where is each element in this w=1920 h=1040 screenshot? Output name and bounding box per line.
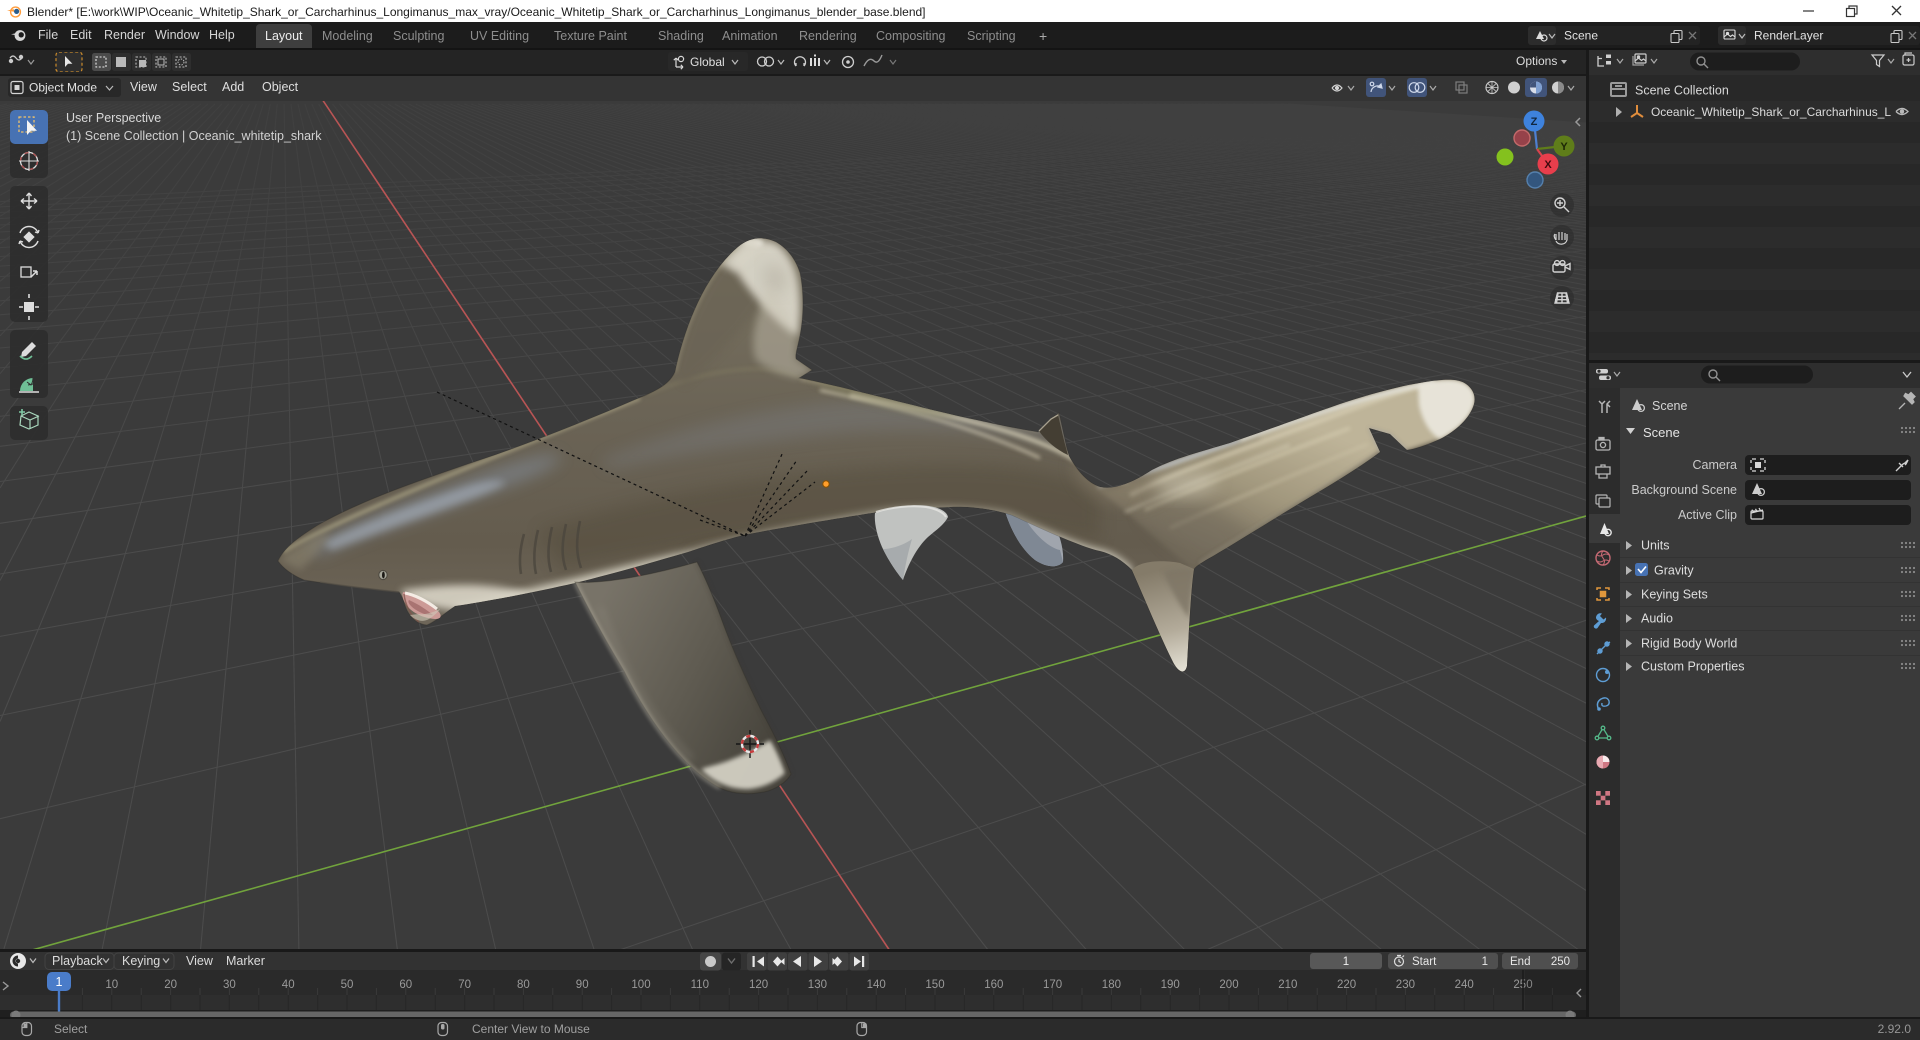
svg-text:150: 150 xyxy=(925,979,944,991)
svg-text:250: 250 xyxy=(1551,956,1570,968)
svg-text:RenderLayer: RenderLayer xyxy=(1754,29,1823,43)
svg-text:200: 200 xyxy=(1219,979,1238,991)
svg-text:1: 1 xyxy=(1482,956,1488,968)
svg-text:Units: Units xyxy=(1641,539,1669,553)
svg-text:140: 140 xyxy=(867,979,886,991)
svg-text:Marker: Marker xyxy=(226,954,265,968)
svg-text:Object Mode: Object Mode xyxy=(29,81,97,95)
svg-text:Z: Z xyxy=(1531,116,1538,128)
svg-text:Playback: Playback xyxy=(52,954,103,968)
svg-text:View: View xyxy=(186,954,214,968)
svg-text:Rigid Body World: Rigid Body World xyxy=(1641,637,1737,651)
svg-text:120: 120 xyxy=(749,979,768,991)
svg-text:190: 190 xyxy=(1161,979,1180,991)
svg-text:30: 30 xyxy=(223,979,236,991)
svg-text:1: 1 xyxy=(1343,956,1349,968)
svg-text:Scene: Scene xyxy=(1564,29,1598,43)
svg-text:60: 60 xyxy=(399,979,412,991)
svg-text:130: 130 xyxy=(808,979,827,991)
svg-text:2.92.0: 2.92.0 xyxy=(1878,1022,1912,1036)
svg-text:Oceanic_Whitetip_Shark_or_Carc: Oceanic_Whitetip_Shark_or_Carcharhinus_L xyxy=(1651,105,1891,119)
svg-text:Keying: Keying xyxy=(122,954,160,968)
svg-text:180: 180 xyxy=(1102,979,1121,991)
svg-text:70: 70 xyxy=(458,979,471,991)
svg-text:Scene: Scene xyxy=(1643,425,1680,440)
svg-text:Audio: Audio xyxy=(1641,612,1673,626)
svg-text:40: 40 xyxy=(282,979,295,991)
svg-text:Scene: Scene xyxy=(1652,399,1687,413)
svg-text:50: 50 xyxy=(341,979,354,991)
svg-text:1: 1 xyxy=(56,975,63,989)
svg-text:Start: Start xyxy=(1412,956,1437,968)
svg-text:Background Scene: Background Scene xyxy=(1631,483,1737,497)
svg-text:80: 80 xyxy=(517,979,530,991)
svg-text:End: End xyxy=(1510,956,1530,968)
svg-text:210: 210 xyxy=(1278,979,1297,991)
svg-text:Keying Sets: Keying Sets xyxy=(1641,588,1708,602)
svg-text:Custom Properties: Custom Properties xyxy=(1641,660,1745,674)
svg-text:220: 220 xyxy=(1337,979,1356,991)
svg-text:240: 240 xyxy=(1455,979,1474,991)
svg-text:User Perspective: User Perspective xyxy=(66,111,161,125)
svg-text:Active Clip: Active Clip xyxy=(1678,508,1737,522)
svg-text:Y: Y xyxy=(1560,141,1568,153)
svg-text:160: 160 xyxy=(984,979,1003,991)
svg-text:100: 100 xyxy=(631,979,650,991)
svg-text:110: 110 xyxy=(691,979,709,991)
svg-text:Scene Collection: Scene Collection xyxy=(1635,84,1729,98)
svg-text:Global: Global xyxy=(690,55,725,69)
svg-text:90: 90 xyxy=(576,979,589,991)
svg-text:X: X xyxy=(1544,159,1552,171)
svg-text:20: 20 xyxy=(164,979,177,991)
svg-text:Camera: Camera xyxy=(1693,458,1738,472)
svg-text:Gravity: Gravity xyxy=(1654,564,1694,578)
svg-text:(1) Scene Collection | Oceanic: (1) Scene Collection | Oceanic_whitetip_… xyxy=(66,129,322,143)
svg-text:230: 230 xyxy=(1396,979,1415,991)
svg-text:170: 170 xyxy=(1043,979,1062,991)
svg-text:Select: Select xyxy=(54,1022,88,1036)
svg-text:10: 10 xyxy=(105,979,118,991)
svg-text:Center View to Mouse: Center View to Mouse xyxy=(472,1022,590,1036)
